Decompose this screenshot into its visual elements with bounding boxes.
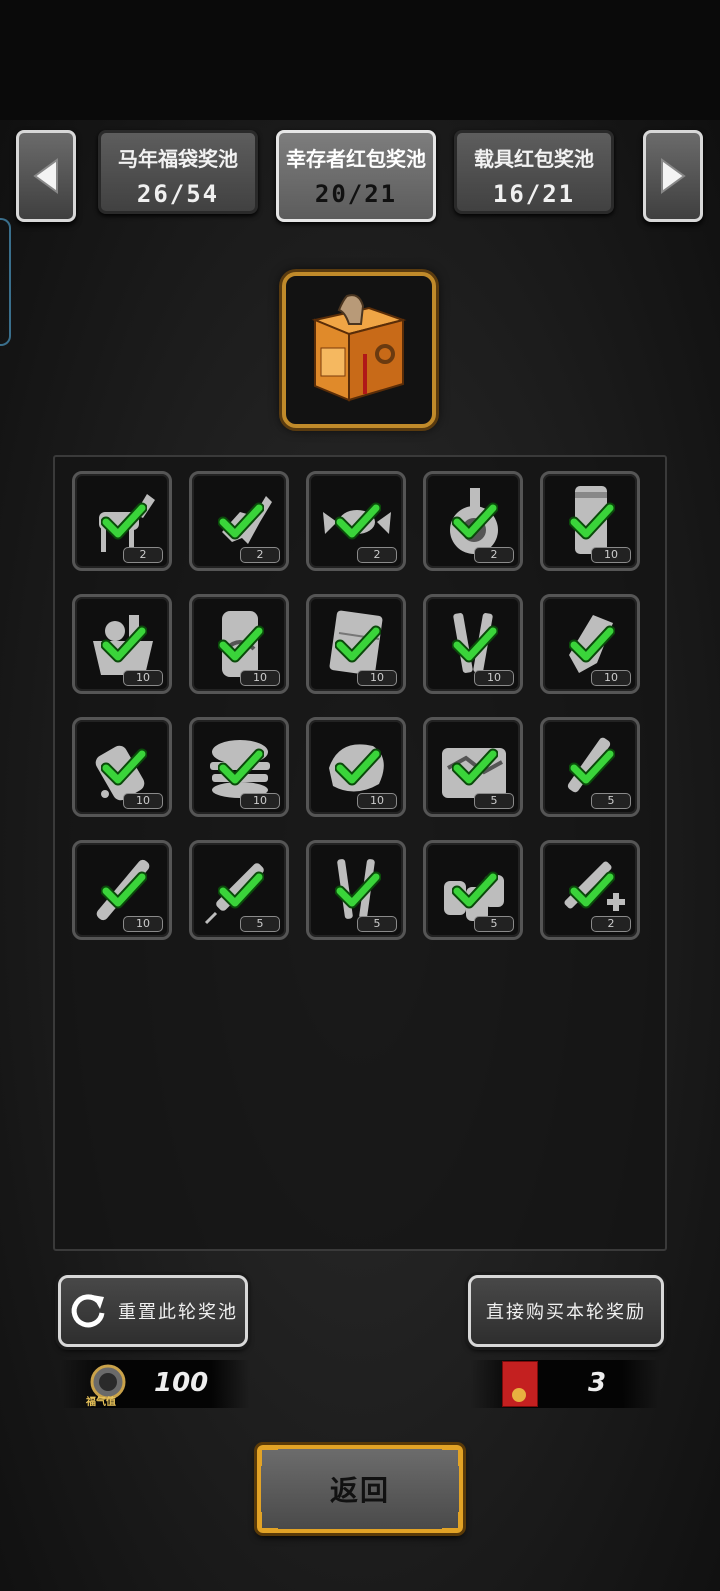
item-quantity: 2 [123, 547, 163, 563]
checkmark-icon [452, 502, 498, 540]
checkmark-icon [452, 871, 498, 909]
reward-item[interactable]: 5 [423, 717, 523, 817]
item-quantity: 10 [357, 670, 397, 686]
tab-label: 载具红包奖池 [474, 147, 594, 171]
checkmark-icon [218, 748, 264, 786]
item-quantity: 10 [474, 670, 514, 686]
item-quantity: 2 [474, 547, 514, 563]
reset-pool-label: 重置此轮奖池 [118, 1302, 238, 1323]
item-quantity: 10 [123, 670, 163, 686]
item-quantity: 5 [474, 793, 514, 809]
item-quantity: 2 [591, 916, 631, 932]
item-quantity: 5 [591, 793, 631, 809]
reward-item[interactable]: 5 [306, 840, 406, 940]
reward-item[interactable]: 2 [306, 471, 406, 571]
checkmark-icon [218, 625, 264, 663]
tab-label: 幸存者红包奖池 [286, 147, 426, 171]
reward-item[interactable]: 10 [189, 717, 289, 817]
reward-grid-panel: 2 2 2 2 10 10 10 10 10 10 10 10 10 5 5 10 5 5 5 2 [53, 455, 667, 1251]
reward-item[interactable]: 10 [72, 840, 172, 940]
reward-item[interactable]: 2 [189, 471, 289, 571]
checkmark-icon [218, 502, 264, 540]
item-quantity: 10 [240, 670, 280, 686]
reward-item[interactable]: 10 [306, 594, 406, 694]
buy-reward-label: 直接购买本轮奖励 [486, 1302, 646, 1323]
side-drawer-tab[interactable] [0, 218, 11, 346]
reward-item[interactable]: 5 [540, 717, 640, 817]
reward-item[interactable]: 10 [540, 471, 640, 571]
treasure-chest-icon [311, 294, 407, 402]
corner-ornament [442, 1447, 461, 1466]
tab-count: 26/54 [136, 180, 220, 208]
item-quantity: 10 [357, 793, 397, 809]
buy-reward-button[interactable]: 直接购买本轮奖励 [468, 1275, 664, 1347]
item-quantity: 10 [123, 793, 163, 809]
luck-value: 100 [154, 1368, 209, 1398]
right-arrow-icon [661, 158, 686, 194]
item-quantity: 2 [357, 547, 397, 563]
reward-item[interactable]: 2 [72, 471, 172, 571]
corner-ornament [442, 1512, 461, 1531]
tab-count: 20/21 [314, 180, 398, 208]
reward-item[interactable]: 10 [540, 594, 640, 694]
previous-pool-button[interactable] [16, 130, 76, 222]
item-quantity: 5 [357, 916, 397, 932]
reward-item[interactable]: 10 [189, 594, 289, 694]
checkmark-icon [335, 871, 381, 909]
left-arrow-icon [33, 158, 58, 194]
tab-survivor-red-envelope-pool[interactable]: 幸存者红包奖池 20/21 [276, 130, 436, 222]
reward-item[interactable]: 10 [423, 594, 523, 694]
next-pool-button[interactable] [643, 130, 703, 222]
checkmark-icon [569, 625, 615, 663]
checkmark-icon [335, 625, 381, 663]
item-quantity: 2 [240, 547, 280, 563]
item-quantity: 5 [240, 916, 280, 932]
reward-item[interactable]: 10 [72, 594, 172, 694]
checkmark-icon [452, 748, 498, 786]
tab-label: 马年福袋奖池 [118, 147, 238, 171]
checkmark-icon [335, 748, 381, 786]
luck-label: 福气值 [86, 1397, 116, 1408]
reward-item[interactable]: 10 [306, 717, 406, 817]
checkmark-icon [452, 625, 498, 663]
item-quantity: 10 [591, 670, 631, 686]
reward-item[interactable]: 2 [423, 471, 523, 571]
refresh-icon [71, 1294, 105, 1328]
checkmark-icon [569, 748, 615, 786]
checkmark-icon [569, 502, 615, 540]
reward-item[interactable]: 5 [189, 840, 289, 940]
reward-item[interactable]: 2 [540, 840, 640, 940]
tab-vehicle-red-envelope-pool[interactable]: 载具红包奖池 16/21 [454, 130, 614, 214]
corner-ornament [259, 1512, 278, 1531]
red-envelope-value: 3 [588, 1368, 607, 1398]
corner-ornament [259, 1447, 278, 1466]
reset-pool-button[interactable]: 重置此轮奖池 [58, 1275, 248, 1347]
top-bar [0, 0, 720, 120]
checkmark-icon [218, 871, 264, 909]
reward-item[interactable]: 10 [72, 717, 172, 817]
item-quantity: 10 [591, 547, 631, 563]
back-button[interactable]: 返回 [257, 1445, 463, 1533]
checkmark-icon [101, 625, 147, 663]
tab-count: 16/21 [492, 180, 576, 208]
item-quantity: 10 [240, 793, 280, 809]
back-label: 返回 [329, 1474, 390, 1507]
luck-points-counter: 福气值 100 [60, 1360, 250, 1408]
item-quantity: 5 [474, 916, 514, 932]
checkmark-icon [569, 871, 615, 909]
reward-chest[interactable] [282, 272, 436, 428]
red-envelope-counter: 3 [470, 1360, 660, 1408]
checkmark-icon [101, 748, 147, 786]
reward-item[interactable]: 5 [423, 840, 523, 940]
checkmark-icon [101, 502, 147, 540]
tab-horse-lucky-bag-pool[interactable]: 马年福袋奖池 26/54 [98, 130, 258, 214]
red-envelope-icon [502, 1361, 538, 1407]
item-quantity: 10 [123, 916, 163, 932]
checkmark-icon [101, 871, 147, 909]
checkmark-icon [335, 502, 381, 540]
